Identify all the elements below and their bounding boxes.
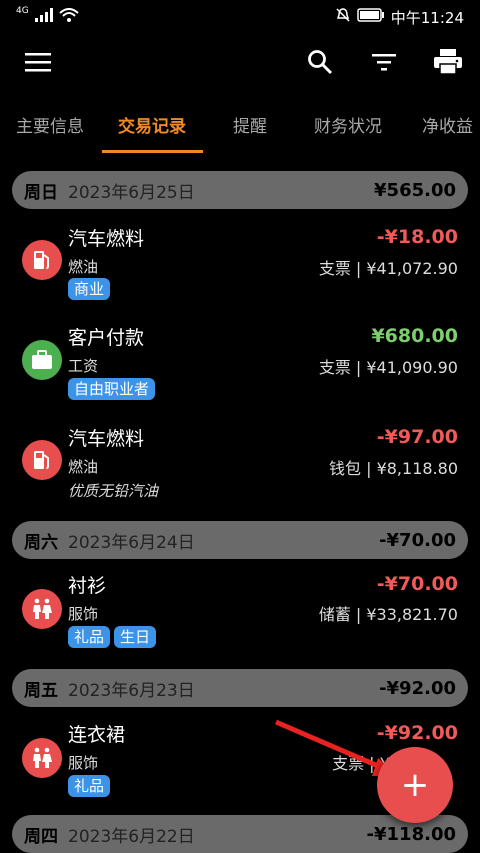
transaction-category: 工资 xyxy=(68,357,99,375)
transaction-account: 支票 | ¥41,090.90 xyxy=(318,358,458,377)
day-date: 2023年6月22日 xyxy=(68,826,195,847)
app-toolbar xyxy=(0,34,480,90)
transaction-account: 钱包 | ¥8,118.80 xyxy=(329,459,458,478)
day-total: -¥118.00 xyxy=(366,823,456,845)
transaction-account: 支票 | ¥41,072.90 xyxy=(318,259,458,278)
day-total: ¥565.00 xyxy=(374,179,456,201)
day-date: 2023年6月25日 xyxy=(68,182,195,203)
transaction-note: 优质无铅汽油 xyxy=(68,482,159,500)
transaction-title: 连衣裙 xyxy=(68,724,126,746)
day-weekday: 周四 xyxy=(24,826,58,847)
battery-icon xyxy=(357,8,385,26)
transaction-tags: 礼品 xyxy=(68,775,111,797)
tag: 礼品 xyxy=(68,626,111,648)
clock: 中午11:24 xyxy=(390,8,464,27)
transaction-category: 服饰 xyxy=(68,754,99,772)
tab-financial-status[interactable]: 财务状况 xyxy=(314,112,382,137)
transaction-row[interactable]: 汽车燃料 燃油 优质无铅汽油 -¥97.00 钱包 | ¥8,118.80 xyxy=(0,416,480,516)
transaction-amount: -¥70.00 xyxy=(376,573,458,595)
transaction-title: 客户付款 xyxy=(68,327,145,349)
transaction-amount: -¥92.00 xyxy=(376,722,458,744)
transaction-account: 储蓄 | ¥33,821.70 xyxy=(318,605,458,624)
transaction-title: 汽车燃料 xyxy=(68,228,145,250)
status-right: 中午11:24 xyxy=(335,7,464,28)
tab-reminders[interactable]: 提醒 xyxy=(233,112,267,137)
fuel-pump-icon xyxy=(22,240,62,280)
print-icon[interactable] xyxy=(428,42,468,82)
signal-label: 4G xyxy=(16,6,29,16)
day-header[interactable]: 周日 2023年6月25日 ¥565.00 xyxy=(12,171,468,209)
menu-icon[interactable] xyxy=(18,42,58,82)
transaction-tags: 商业 xyxy=(68,278,111,300)
transaction-row[interactable]: 汽车燃料 燃油 商业 -¥18.00 支票 | ¥41,072.90 xyxy=(0,216,480,316)
status-left: 4G xyxy=(16,6,79,26)
filter-icon[interactable] xyxy=(364,42,404,82)
transaction-tags: 自由职业者 xyxy=(68,378,156,400)
transaction-row[interactable]: 衬衫 服饰 礼品 生日 -¥70.00 储蓄 | ¥33,821.70 xyxy=(0,565,480,665)
day-date: 2023年6月24日 xyxy=(68,532,195,553)
transaction-amount: -¥97.00 xyxy=(376,426,458,448)
transaction-title: 衬衫 xyxy=(68,575,107,597)
tag: 礼品 xyxy=(68,775,111,797)
tag: 商业 xyxy=(68,278,111,300)
transaction-category: 燃油 xyxy=(68,258,99,276)
status-bar: 4G 中午11:24 xyxy=(0,0,480,34)
signal-icon xyxy=(34,8,53,26)
transaction-category: 服饰 xyxy=(68,605,99,623)
add-transaction-button[interactable]: + xyxy=(377,747,453,823)
day-weekday: 周日 xyxy=(24,182,58,203)
day-weekday: 周五 xyxy=(24,680,58,701)
transaction-title: 汽车燃料 xyxy=(68,428,145,450)
transaction-tags: 礼品 生日 xyxy=(68,626,157,648)
active-tab-indicator xyxy=(102,150,203,153)
tab-main-info[interactable]: 主要信息 xyxy=(16,112,84,137)
search-icon[interactable] xyxy=(300,42,340,82)
plus-icon: + xyxy=(400,765,430,805)
clothing-icon xyxy=(22,589,62,629)
tab-bar: 主要信息 交易记录 提醒 财务状况 净收益 xyxy=(0,98,480,152)
transaction-category: 燃油 xyxy=(68,458,99,476)
day-date: 2023年6月23日 xyxy=(68,680,195,701)
fuel-pump-icon xyxy=(22,440,62,480)
wifi-icon xyxy=(59,8,79,26)
day-header[interactable]: 周五 2023年6月23日 -¥92.00 xyxy=(12,669,468,707)
briefcase-icon xyxy=(22,340,62,380)
clothing-icon xyxy=(22,738,62,778)
day-header[interactable]: 周六 2023年6月24日 -¥70.00 xyxy=(12,521,468,559)
day-total: -¥92.00 xyxy=(379,677,456,699)
day-header[interactable]: 周四 2023年6月22日 -¥118.00 xyxy=(12,815,468,853)
tab-transactions[interactable]: 交易记录 xyxy=(118,112,186,137)
transaction-amount: ¥680.00 xyxy=(371,325,458,347)
transaction-row[interactable]: 客户付款 工资 自由职业者 ¥680.00 支票 | ¥41,090.90 xyxy=(0,316,480,416)
mute-icon xyxy=(335,7,351,27)
day-total: -¥70.00 xyxy=(379,529,456,551)
transaction-amount: -¥18.00 xyxy=(376,226,458,248)
tag: 自由职业者 xyxy=(68,378,156,400)
tag: 生日 xyxy=(114,626,157,648)
day-weekday: 周六 xyxy=(24,532,58,553)
tab-net-income[interactable]: 净收益 xyxy=(422,112,473,137)
